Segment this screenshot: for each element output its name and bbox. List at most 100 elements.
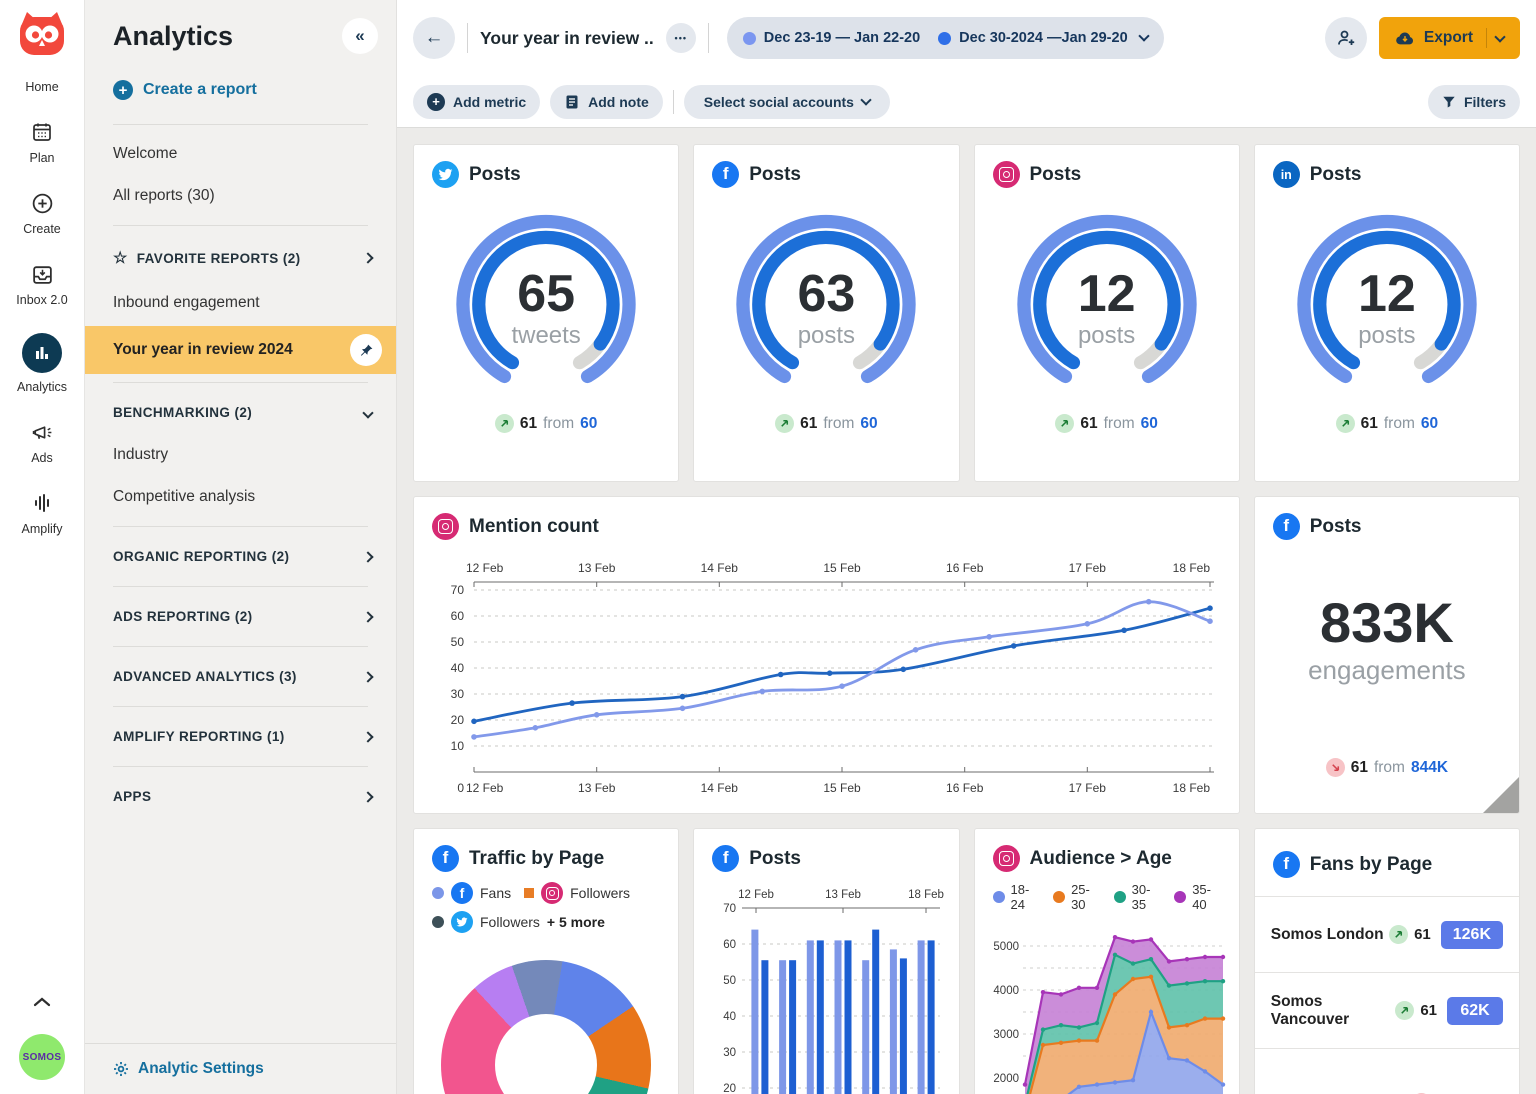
chevron-right-icon xyxy=(362,731,373,742)
facebook-icon xyxy=(712,161,739,188)
svg-text:15 Feb: 15 Feb xyxy=(823,561,861,575)
twitter-icon xyxy=(451,911,473,933)
gauge-value: 63 xyxy=(797,268,855,320)
instagram-icon xyxy=(993,845,1020,872)
svg-text:50: 50 xyxy=(451,635,465,649)
delta-row: 61 from 844K xyxy=(1255,758,1519,777)
trend-up-icon xyxy=(1395,1001,1414,1020)
analytic-settings-link[interactable]: Analytic Settings xyxy=(85,1043,396,1094)
rail-item-inbox[interactable]: Inbox 2.0 xyxy=(16,262,67,307)
svg-text:14 Feb: 14 Feb xyxy=(701,781,739,795)
warning-corner-icon[interactable]: ! xyxy=(1483,777,1519,813)
svg-text:20: 20 xyxy=(723,1083,736,1094)
bar-chart-icon xyxy=(22,333,62,373)
rail-collapse-chevron[interactable] xyxy=(33,994,51,1012)
svg-text:12 Feb: 12 Feb xyxy=(466,561,504,575)
fan-row-somos-london[interactable]: Somos London 61 126K xyxy=(1255,897,1519,973)
hootsuite-owl-logo[interactable] xyxy=(14,10,70,58)
rail-item-create[interactable]: Create xyxy=(23,191,61,236)
sidebar-item-inbound-engagement[interactable]: Inbound engagement xyxy=(85,282,396,324)
chevron-right-icon xyxy=(362,252,373,263)
legend-dot xyxy=(432,887,444,899)
rail-item-home[interactable]: Home xyxy=(25,80,58,94)
fan-row-somos-vancouver[interactable]: Somos Vancouver 61 62K xyxy=(1255,973,1519,1049)
gear-icon xyxy=(113,1061,129,1077)
rail-item-ads[interactable]: Ads xyxy=(31,420,54,465)
ads-reporting-header[interactable]: ADS REPORTING (2) xyxy=(85,595,396,638)
mention-count-card: Mention count 12 Feb12 Feb13 Feb13 Feb14… xyxy=(413,496,1240,814)
sidebar-item-industry[interactable]: Industry xyxy=(85,434,396,476)
person-add-icon xyxy=(1336,28,1356,48)
more-options-button[interactable]: ••• xyxy=(666,23,696,53)
amplify-reporting-header[interactable]: AMPLIFY REPORTING (1) xyxy=(85,715,396,758)
sidebar-item-year-in-review-selected[interactable]: Your year in review 2024 xyxy=(85,326,396,374)
sidebar-item-welcome[interactable]: Welcome xyxy=(85,133,396,175)
back-button[interactable]: ← xyxy=(413,17,455,59)
rail-item-amplify[interactable]: Amplify xyxy=(22,491,63,536)
apps-header[interactable]: APPS xyxy=(85,775,396,818)
export-button[interactable]: Export xyxy=(1379,17,1520,59)
rail-item-plan[interactable]: Plan xyxy=(29,120,54,165)
instagram-icon xyxy=(432,513,459,540)
pin-button[interactable] xyxy=(350,334,382,366)
filters-button[interactable]: Filters xyxy=(1428,85,1520,119)
create-report-link[interactable]: + Create a report xyxy=(85,54,396,116)
plus-icon: + xyxy=(113,80,133,100)
report-toolbar: + Add metric Add note Select social acco… xyxy=(397,76,1536,128)
svg-text:18 Feb: 18 Feb xyxy=(1173,561,1211,575)
workspace-avatar[interactable]: SOMOS xyxy=(19,1034,65,1080)
fan-row-partial[interactable] xyxy=(1255,1065,1519,1094)
engagements-card: Posts 833K engagements 61 from 844K ! xyxy=(1254,496,1520,814)
legend-dot xyxy=(993,891,1005,903)
note-icon xyxy=(564,94,580,110)
trend-up-icon xyxy=(775,414,794,433)
date-range-compare: Dec 30-2024 —Jan 29-20 xyxy=(938,30,1147,46)
gauge-value: 12 xyxy=(1078,268,1136,320)
report-canvas: Posts 65 tweets 61 from 60 xyxy=(397,128,1536,1094)
sidebar-collapse-button[interactable]: « xyxy=(342,18,378,54)
fan-count-badge: 126K xyxy=(1441,921,1503,949)
cloud-download-icon xyxy=(1395,29,1415,47)
sidebar-item-competitive-analysis[interactable]: Competitive analysis xyxy=(85,476,396,518)
svg-text:10: 10 xyxy=(451,739,465,753)
icon-rail: Home Plan Create xyxy=(0,0,85,1094)
favorite-reports-header[interactable]: ☆ FAVORITE REPORTS (2) xyxy=(85,234,396,282)
share-user-add-button[interactable] xyxy=(1325,17,1367,59)
organic-reporting-header[interactable]: ORGANIC REPORTING (2) xyxy=(85,535,396,578)
trend-up-icon xyxy=(1336,414,1355,433)
select-social-accounts-button[interactable]: Select social accounts xyxy=(684,85,890,119)
advanced-analytics-header[interactable]: ADVANCED ANALYTICS (3) xyxy=(85,655,396,698)
posts-bar-chart: 70605040302012 Feb13 Feb18 Feb xyxy=(708,880,946,1094)
rail-item-analytics[interactable]: Analytics xyxy=(17,333,67,394)
chevron-down-icon xyxy=(1138,30,1149,41)
gauge-card-linkedin-posts: Posts 12 posts 61 from 60 xyxy=(1254,144,1520,482)
date-range-picker[interactable]: Dec 23-19 — Jan 22-20 Dec 30-2024 —Jan 2… xyxy=(727,17,1164,59)
sidebar-item-all-reports[interactable]: All reports (30) xyxy=(85,175,396,217)
svg-text:0: 0 xyxy=(457,781,464,795)
chevron-right-icon xyxy=(362,611,373,622)
traffic-donut-chart xyxy=(441,960,651,1094)
svg-text:30: 30 xyxy=(723,1047,736,1059)
inbox-icon xyxy=(31,262,54,286)
delta-row: 61 from 60 xyxy=(1255,414,1519,433)
trend-up-icon xyxy=(1055,414,1074,433)
plus-circle-icon xyxy=(31,191,54,215)
sidebar-title: Analytics xyxy=(113,21,233,52)
benchmarking-header[interactable]: BENCHMARKING (2) xyxy=(85,391,396,434)
dot-icon xyxy=(743,32,756,45)
gauge-value: 65 xyxy=(511,268,580,320)
megaphone-icon xyxy=(31,420,54,444)
gauge-card-instagram-posts: Posts 12 posts 61 from 60 xyxy=(974,144,1240,482)
engagements-unit: engagements xyxy=(1308,655,1466,686)
legend-square xyxy=(524,888,534,898)
facebook-icon xyxy=(1273,851,1300,878)
add-metric-button[interactable]: + Add metric xyxy=(413,85,540,119)
chevron-down-icon xyxy=(860,94,871,105)
gauge-card-twitter-posts: Posts 65 tweets 61 from 60 xyxy=(413,144,679,482)
chevron-right-icon xyxy=(362,671,373,682)
rail-label: Inbox 2.0 xyxy=(16,293,67,307)
add-note-button[interactable]: Add note xyxy=(550,85,663,119)
svg-text:12 Feb: 12 Feb xyxy=(466,781,504,795)
svg-text:15 Feb: 15 Feb xyxy=(823,781,861,795)
audience-area-chart: 5000400030002000 xyxy=(989,918,1227,1094)
